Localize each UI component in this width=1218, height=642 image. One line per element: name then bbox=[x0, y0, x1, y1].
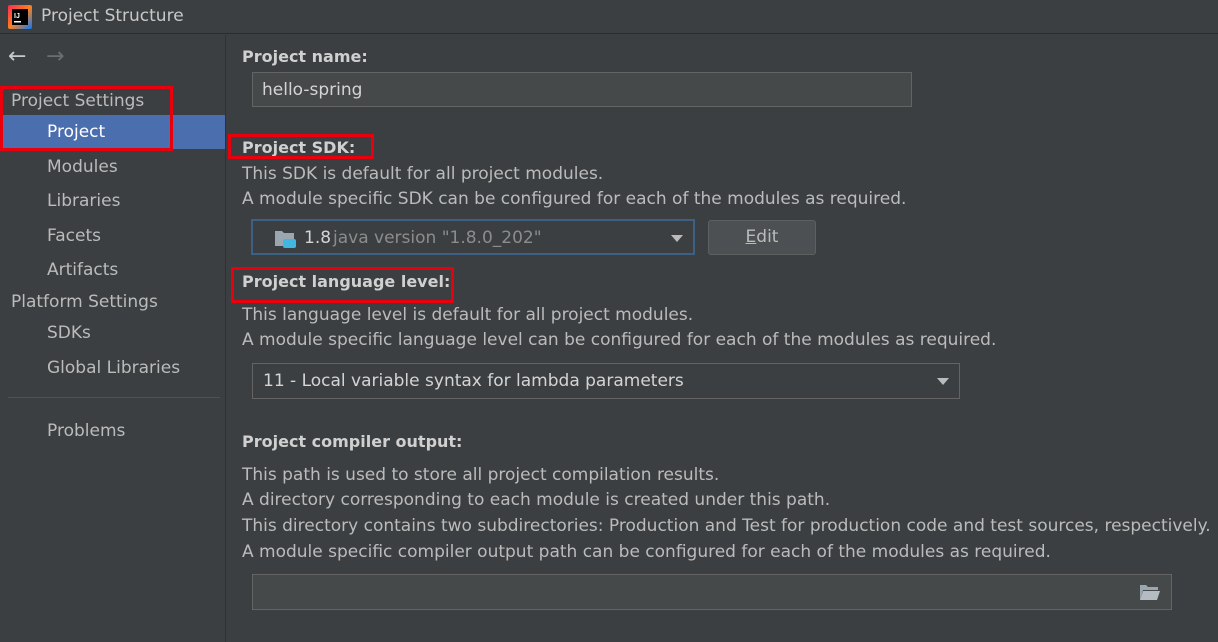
compiler-output-desc-2: A directory corresponding to each module… bbox=[242, 490, 831, 510]
folder-open-icon[interactable] bbox=[1139, 583, 1161, 601]
sidebar-item-problems[interactable]: Problems bbox=[0, 414, 225, 448]
edit-sdk-button[interactable]: Edit bbox=[708, 220, 816, 255]
sdk-folder-icon bbox=[275, 231, 296, 248]
platform-settings-header: Platform Settings bbox=[11, 292, 158, 312]
language-level-desc-1: This language level is default for all p… bbox=[242, 305, 694, 325]
arrow-left-icon[interactable]: ← bbox=[8, 46, 32, 68]
project-sdk-desc-1: This SDK is default for all project modu… bbox=[242, 164, 604, 184]
intellij-idea-icon: IJ bbox=[8, 5, 32, 29]
project-name-label: Project name: bbox=[242, 47, 368, 66]
project-sdk-label: Project SDK: bbox=[242, 138, 356, 157]
project-sdk-desc-2: A module specific SDK can be configured … bbox=[242, 189, 907, 209]
language-level-value: 11 - Local variable syntax for lambda pa… bbox=[263, 371, 684, 391]
sdk-version-detail: java version "1.8.0_202" bbox=[333, 228, 542, 248]
sidebar-item-sdks[interactable]: SDKs bbox=[0, 316, 225, 350]
title-bar: IJ Project Structure bbox=[0, 0, 1218, 34]
sidebar-item-modules[interactable]: Modules bbox=[0, 150, 225, 184]
chevron-down-icon bbox=[671, 235, 683, 242]
compiler-output-desc-3: This directory contains two subdirectori… bbox=[242, 516, 1211, 536]
chevron-down-icon bbox=[937, 378, 949, 385]
compiler-output-desc-1: This path is used to store all project c… bbox=[242, 465, 720, 485]
project-name-input[interactable] bbox=[252, 72, 912, 107]
arrow-right-icon[interactable]: → bbox=[46, 46, 70, 68]
project-sdk-dropdown[interactable]: 1.8 java version "1.8.0_202" bbox=[251, 219, 695, 255]
window-title: Project Structure bbox=[41, 6, 184, 26]
compiler-output-label: Project compiler output: bbox=[242, 432, 463, 451]
sidebar: ← → Project Settings Project Modules Lib… bbox=[0, 35, 226, 642]
sdk-version: 1.8 bbox=[304, 228, 332, 248]
language-level-dropdown[interactable]: 11 - Local variable syntax for lambda pa… bbox=[252, 363, 960, 399]
language-level-label: Project language level: bbox=[242, 272, 451, 291]
compiler-output-desc-4: A module specific compiler output path c… bbox=[242, 542, 1051, 562]
project-settings-panel: Project name: Project SDK: This SDK is d… bbox=[227, 35, 1218, 642]
language-level-desc-2: A module specific language level can be … bbox=[242, 330, 997, 350]
sidebar-item-global-libraries[interactable]: Global Libraries bbox=[0, 351, 225, 385]
project-settings-header: Project Settings bbox=[11, 91, 145, 111]
sidebar-item-project[interactable]: Project bbox=[0, 115, 225, 149]
sidebar-item-facets[interactable]: Facets bbox=[0, 219, 225, 253]
compiler-output-path-input[interactable] bbox=[252, 574, 1172, 610]
sidebar-item-artifacts[interactable]: Artifacts bbox=[0, 253, 225, 287]
svg-text:IJ: IJ bbox=[14, 13, 20, 20]
sidebar-divider bbox=[8, 397, 220, 398]
sidebar-item-libraries[interactable]: Libraries bbox=[0, 184, 225, 218]
